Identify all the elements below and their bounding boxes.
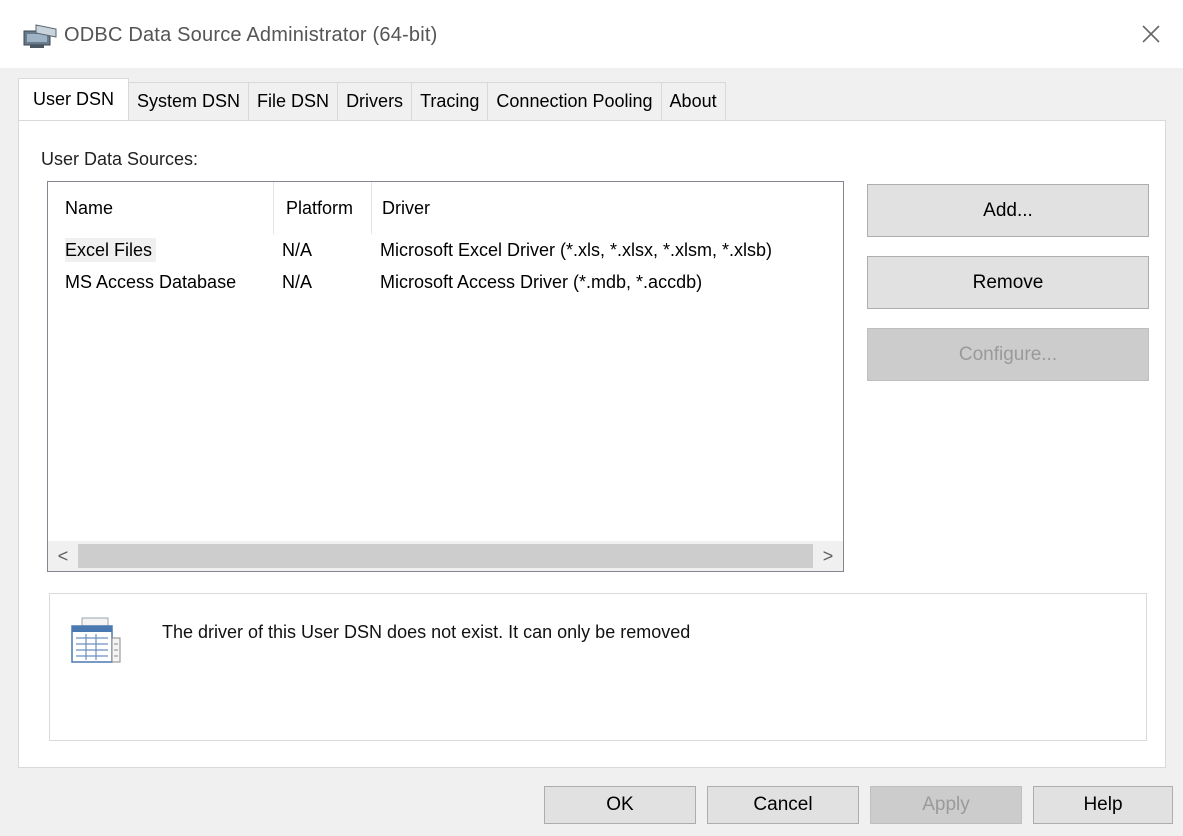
tab-drivers[interactable]: Drivers [337, 82, 413, 120]
list-item-name-cell: Excel Files [48, 237, 274, 262]
info-box: The driver of this User DSN does not exi… [49, 593, 1147, 741]
list-item-driver: Microsoft Excel Driver (*.xls, *.xlsx, *… [380, 239, 773, 260]
title-bar: ODBC Data Source Administrator (64-bit) [0, 0, 1183, 68]
list-header: Name Platform Driver [48, 182, 843, 234]
apply-button[interactable]: Apply [870, 786, 1022, 824]
list-item-name-cell: MS Access Database [48, 272, 274, 293]
configure-button[interactable]: Configure... [867, 328, 1149, 381]
data-table-icon [71, 617, 121, 663]
list-item-driver: Microsoft Access Driver (*.mdb, *.accdb) [380, 271, 703, 292]
help-button[interactable]: Help [1033, 786, 1173, 824]
list-item-platform: N/A [282, 271, 313, 292]
list-item-name: MS Access Database [65, 271, 237, 292]
column-header-platform[interactable]: Platform [274, 182, 372, 234]
tab-file-dsn[interactable]: File DSN [248, 82, 339, 120]
close-icon [1142, 25, 1160, 43]
tab-tracing[interactable]: Tracing [411, 82, 489, 120]
column-header-driver[interactable]: Driver [372, 182, 430, 234]
window-title: ODBC Data Source Administrator (64-bit) [64, 24, 438, 46]
horizontal-scrollbar[interactable]: < > [48, 541, 843, 571]
user-data-sources-list[interactable]: Name Platform Driver Excel Files N/A Mic… [47, 181, 844, 572]
add-button[interactable]: Add... [867, 184, 1149, 237]
ok-button[interactable]: OK [544, 786, 696, 824]
list-item[interactable]: MS Access Database N/A Microsoft Access … [48, 266, 843, 298]
tab-connection-pooling[interactable]: Connection Pooling [487, 82, 662, 120]
odbc-dialog-window: ODBC Data Source Administrator (64-bit) … [0, 0, 1183, 836]
tab-about[interactable]: About [660, 82, 726, 120]
user-data-sources-label: User Data Sources: [41, 149, 199, 169]
list-rows: Excel Files N/A Microsoft Excel Driver (… [48, 234, 843, 298]
cancel-button[interactable]: Cancel [707, 786, 859, 824]
remove-button[interactable]: Remove [867, 256, 1149, 309]
tab-strip: User DSN System DSN File DSN Drivers Tra… [18, 78, 726, 120]
list-item-platform: N/A [282, 239, 313, 260]
scroll-left-button[interactable]: < [48, 541, 78, 571]
tab-system-dsn[interactable]: System DSN [128, 82, 250, 120]
info-message: The driver of this User DSN does not exi… [162, 622, 691, 642]
close-button[interactable] [1128, 14, 1174, 54]
user-dsn-panel: User Data Sources: Name Platform Driver … [18, 120, 1166, 768]
tab-user-dsn[interactable]: User DSN [18, 78, 130, 120]
column-header-name[interactable]: Name [48, 182, 274, 234]
scroll-thumb[interactable] [78, 544, 813, 568]
list-item[interactable]: Excel Files N/A Microsoft Excel Driver (… [48, 234, 843, 266]
scroll-track[interactable] [78, 541, 813, 571]
odbc-app-icon [23, 24, 57, 48]
scroll-right-button[interactable]: > [813, 541, 843, 571]
list-item-name: Excel Files [65, 237, 157, 262]
